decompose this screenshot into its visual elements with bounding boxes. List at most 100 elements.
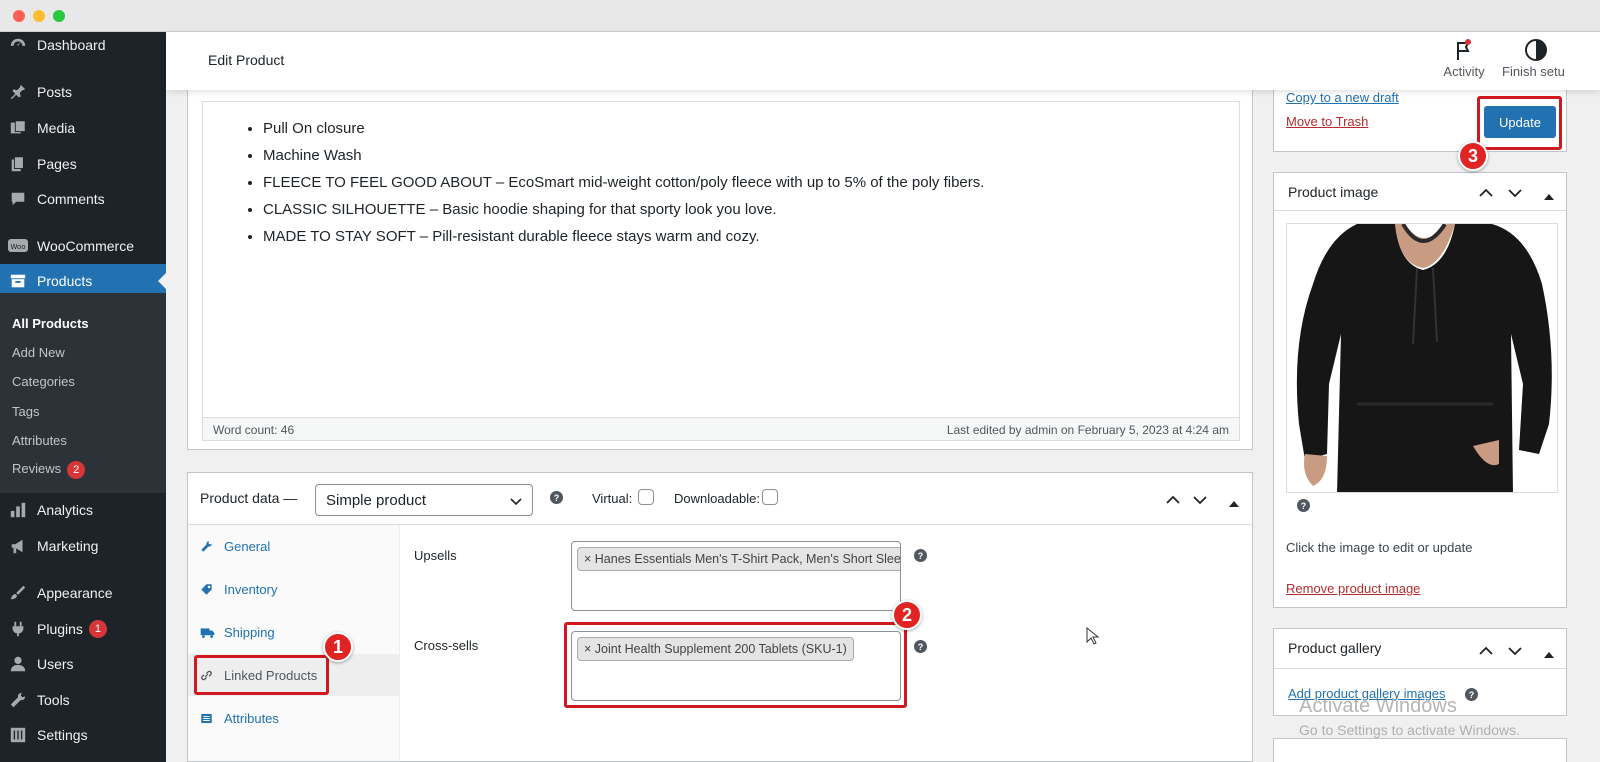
help-icon[interactable]: ?: [1465, 688, 1478, 701]
submenu-tags[interactable]: Tags: [12, 404, 39, 419]
finish-setup-button[interactable]: Finish setu: [1502, 38, 1572, 79]
activate-windows-title: Activate Windows: [1299, 695, 1457, 717]
tab-label: Shipping: [224, 624, 275, 640]
comment-icon: [8, 189, 28, 209]
collapse-toggle-icon[interactable]: [1229, 495, 1239, 510]
crosssells-input[interactable]: × Joint Health Supplement 200 Tablets (S…: [571, 631, 901, 701]
downloadable-label: Downloadable:: [674, 491, 761, 506]
submenu-reviews[interactable]: Reviews 2: [12, 461, 86, 479]
tab-shipping[interactable]: Shipping: [188, 611, 400, 653]
move-up-icon[interactable]: [1479, 186, 1493, 201]
collapse-toggle-icon[interactable]: [1544, 188, 1554, 203]
move-down-icon[interactable]: [1508, 644, 1522, 659]
pin-icon: [8, 82, 28, 102]
help-icon[interactable]: ?: [1297, 499, 1310, 512]
truck-icon: [200, 626, 216, 639]
sidebar-item-pages[interactable]: Pages: [0, 147, 166, 181]
dashboard-icon: [8, 35, 28, 55]
sidebar-item-label: Products: [37, 273, 93, 289]
move-down-icon[interactable]: [1193, 493, 1207, 508]
chevron-down-icon: [510, 494, 522, 511]
submenu-attributes[interactable]: Attributes: [12, 433, 67, 448]
plugins-count-badge: 1: [88, 620, 107, 638]
help-icon[interactable]: ?: [550, 491, 563, 504]
sidebar-item-label: Plugins: [37, 621, 83, 637]
list-item: FLEECE TO FEEL GOOD ABOUT – EcoSmart mid…: [263, 172, 984, 199]
product-gallery-title: Product gallery: [1288, 640, 1382, 656]
product-type-select[interactable]: Simple product: [315, 484, 533, 516]
user-icon: [8, 654, 28, 674]
copy-to-draft-link[interactable]: Copy to a new draft: [1286, 90, 1399, 105]
downloadable-checkbox[interactable]: [762, 489, 778, 505]
product-image-thumbnail[interactable]: [1286, 223, 1558, 493]
archive-icon: [8, 271, 28, 291]
activity-button[interactable]: Activity: [1434, 38, 1494, 79]
upsells-input[interactable]: × Hanes Essentials Men's T-Shirt Pack, M…: [571, 541, 901, 611]
window-titlebar: [0, 0, 1600, 32]
tag-icon: [200, 583, 216, 596]
sidebar-item-label: Comments: [37, 191, 105, 207]
sidebar-item-settings[interactable]: Settings: [0, 718, 166, 752]
tab-linked-products[interactable]: Linked Products: [188, 654, 400, 696]
submenu-categories[interactable]: Categories: [12, 374, 75, 389]
sidebar-item-label: Marketing: [37, 538, 99, 554]
brush-icon: [8, 583, 28, 603]
list-item: CLASSIC SILHOUETTE – Basic hoodie shapin…: [263, 199, 984, 226]
sidebar-item-dashboard[interactable]: Dashboard: [0, 28, 166, 62]
product-data-title: Product data —: [200, 490, 298, 506]
tab-inventory[interactable]: Inventory: [188, 568, 400, 610]
move-up-icon[interactable]: [1166, 493, 1180, 508]
sidebar-item-posts[interactable]: Posts: [0, 75, 166, 109]
sidebar-item-tools[interactable]: Tools: [0, 683, 166, 717]
sidebar-item-comments[interactable]: Comments: [0, 182, 166, 216]
crosssell-token[interactable]: × Joint Health Supplement 200 Tablets (S…: [577, 637, 854, 661]
sidebar-item-label: Settings: [37, 727, 88, 743]
maximize-window-dot[interactable]: [53, 10, 65, 22]
submenu-all-products[interactable]: All Products: [12, 316, 89, 331]
editor-statusbar: Word count: 46 Last edited by admin on F…: [202, 417, 1240, 441]
sidebar-item-label: WooCommerce: [37, 238, 134, 254]
sidebar-item-label: Posts: [37, 84, 73, 100]
move-up-icon[interactable]: [1479, 644, 1493, 659]
step-2-badge: 2: [892, 600, 922, 630]
minimize-window-dot[interactable]: [33, 10, 45, 22]
help-icon[interactable]: ?: [914, 640, 927, 653]
wrench-icon: [8, 690, 28, 710]
upsell-token[interactable]: × Hanes Essentials Men's T-Shirt Pack, M…: [577, 547, 900, 571]
sidebar-item-marketing[interactable]: Marketing: [0, 529, 166, 563]
move-down-icon[interactable]: [1508, 186, 1522, 201]
list-item: MADE TO STAY SOFT – Pill-resistant durab…: [263, 226, 984, 253]
sidebar-item-appearance[interactable]: Appearance: [0, 576, 166, 610]
virtual-checkbox[interactable]: [638, 489, 654, 505]
help-icon[interactable]: ?: [914, 549, 927, 562]
mouse-cursor-icon: [1086, 627, 1100, 645]
image-edit-hint: Click the image to edit or update: [1286, 540, 1473, 555]
sidebar-item-woocommerce[interactable]: Woo WooCommerce: [0, 229, 166, 263]
page-title: Edit Product: [208, 52, 285, 68]
woo-icon: Woo: [8, 236, 28, 256]
sidebar-item-users[interactable]: Users: [0, 647, 166, 681]
tab-label: Inventory: [224, 581, 278, 597]
svg-text:Woo: Woo: [10, 243, 25, 251]
update-button[interactable]: Update: [1484, 106, 1556, 138]
submenu-add-new[interactable]: Add New: [12, 345, 65, 360]
description-bullet-list: Pull On closure Machine Wash FLEECE TO F…: [263, 118, 984, 253]
finish-setup-label: Finish setu: [1502, 64, 1565, 79]
sidebar-item-label: Users: [37, 656, 74, 672]
flag-icon: [1434, 38, 1494, 64]
sidebar-item-analytics[interactable]: Analytics: [0, 493, 166, 527]
list-item: Machine Wash: [263, 145, 984, 172]
description-content[interactable]: Pull On closure Machine Wash FLEECE TO F…: [202, 101, 1240, 434]
sidebar-item-plugins[interactable]: Plugins 1: [0, 612, 166, 646]
remove-product-image-link[interactable]: Remove product image: [1286, 581, 1420, 596]
tab-attributes[interactable]: Attributes: [188, 697, 400, 739]
crosssells-label: Cross-sells: [414, 638, 479, 653]
collapse-toggle-icon[interactable]: [1544, 646, 1554, 661]
move-to-trash-link[interactable]: Move to Trash: [1286, 114, 1368, 129]
close-window-dot[interactable]: [13, 10, 25, 22]
sidebar-item-media[interactable]: Media: [0, 111, 166, 145]
admin-sidebar: Dashboard Posts Media Pages Comments Woo…: [0, 32, 166, 762]
product-type-value: Simple product: [326, 492, 427, 509]
word-count: Word count: 46: [213, 423, 295, 437]
tab-general[interactable]: General: [188, 525, 400, 567]
